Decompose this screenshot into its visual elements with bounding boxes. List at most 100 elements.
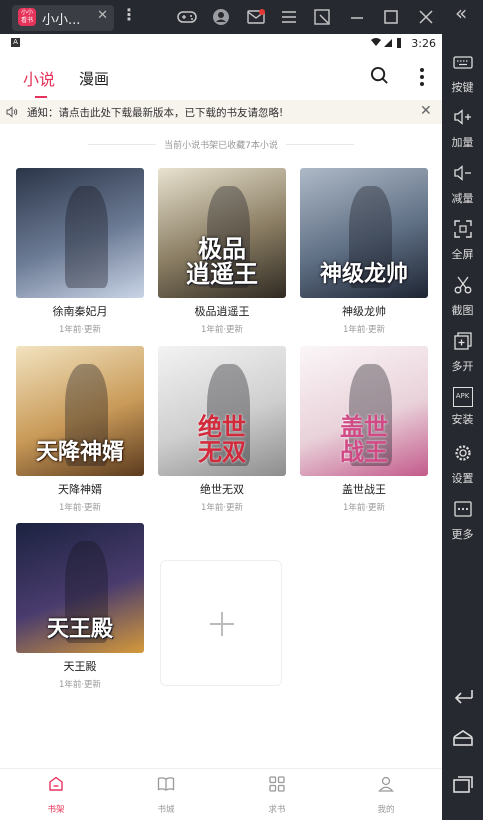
add-book-button[interactable] [160,560,282,686]
apk-icon: APK [452,387,473,407]
sidebar-fullscreen[interactable]: 全屏 [442,219,483,262]
phone-screen: A 3:26 小说 漫画 通知：请点击此处下载最新版本，已下载的书友请忽略! ✕… [0,34,442,820]
close-window-icon[interactable] [418,9,434,25]
sidebar-keys[interactable]: 按键 [442,52,483,95]
book-icon [157,777,175,791]
home-icon[interactable] [452,728,474,748]
book-update-time: 1年前·更新 [342,325,386,335]
multi-open-icon [453,332,472,350]
sidebar-volume-down[interactable]: 减量 [442,163,483,206]
book-cover[interactable]: 天降神婿 [16,346,144,476]
minimize-icon[interactable] [349,9,365,25]
shelf-count-text: 当前小说书架已收藏7本小说 [164,141,278,151]
status-bar: A 3:26 [0,34,442,52]
book-update-time: 1年前·更新 [200,503,244,513]
sidebar-label: 设置 [451,472,474,485]
book-title: 天王殿 [63,660,97,673]
book-card[interactable]: 神级龙帅 神级龙帅 1年前·更新 [300,168,428,335]
sidebar-settings[interactable]: 设置 [442,443,483,486]
scissors-icon [454,276,471,294]
book-title: 天降神婿 [58,483,102,496]
book-update-time: 1年前·更新 [58,325,102,335]
nav-label: 书城 [157,805,175,815]
nav-mine[interactable]: 我的 [356,775,416,815]
nav-bookshelf[interactable]: 书架 [26,775,86,815]
sidebar-label: 全屏 [451,248,474,261]
recent-apps-icon[interactable] [452,774,474,794]
book-card[interactable]: 盖世 战王 盖世战王 1年前·更新 [300,346,428,513]
sidebar-label: 安装 [451,413,474,426]
keyboard-icon [452,56,473,69]
sidebar-label: 减量 [451,192,474,205]
collapse-sidebar-icon[interactable]: « [455,3,467,23]
emulator-title-bar: 小小 看书 小小... ✕ ⋮ « [0,0,483,34]
notification-dot [259,9,265,15]
cover-title: 天王殿 [46,615,113,642]
more-vertical-icon[interactable] [414,66,430,88]
tab-comic[interactable]: 漫画 [79,68,109,89]
book-update-time: 1年前·更新 [200,325,244,335]
book-card[interactable]: 绝世 无双 绝世无双 1年前·更新 [158,346,286,513]
close-icon[interactable]: ✕ [420,103,432,119]
nav-label: 书架 [47,805,65,815]
book-update-time: 1年前·更新 [58,680,102,690]
sidebar-label: 更多 [451,528,474,541]
signal-battery-icon [371,38,401,48]
sidebar-label: 截图 [451,304,474,317]
notice-bar[interactable]: 通知：请点击此处下载最新版本，已下载的书友请忽略! ✕ [0,100,442,124]
sidebar-label: 多开 [451,360,474,373]
book-title: 极品逍遥王 [194,305,250,318]
close-tab-icon[interactable]: ✕ [97,8,108,23]
sidebar-more[interactable]: 更多 [442,499,483,542]
back-icon[interactable] [452,684,474,704]
book-cover[interactable]: 绝世 无双 [158,346,286,476]
hamburger-icon[interactable] [281,10,297,24]
plus-icon [221,612,223,636]
book-card[interactable]: 极品 逍遥王极品逍遥王 1年前·更新 [158,168,286,335]
cover-title: 盖世 战王 [340,411,388,466]
book-cover[interactable]: 天王殿 [16,523,144,653]
menu-dots-icon[interactable]: ⋮ [121,6,137,24]
cover-title: 绝世 无双 [198,411,246,466]
maximize-icon[interactable] [383,9,399,25]
emulator-sidebar: 按键 加量 减量 全屏 截图 多开 APK 安装 设置 更多 [442,34,483,820]
volume-up-icon [453,109,471,125]
app-logo: 小小 看书 [18,8,36,26]
book-title: 盖世战王 [342,483,386,496]
search-icon[interactable] [370,66,389,85]
account-icon[interactable] [212,8,230,26]
nav-bookstore[interactable]: 书城 [136,775,196,815]
notice-text[interactable]: 通知：请点击此处下载最新版本，已下载的书友请忽略! [27,105,283,120]
sidebar-label: 加量 [451,136,474,149]
fullscreen-icon [453,220,472,238]
sidebar-volume-up[interactable]: 加量 [442,107,483,150]
app-tab-title: 小小... [42,13,81,28]
cover-title: 极品 逍遥王 [186,233,258,288]
sidebar-multi-open[interactable]: 多开 [442,331,483,374]
cover-title: 天降神婿 [35,438,124,465]
sidebar-screenshot[interactable]: 截图 [442,275,483,318]
book-card[interactable]: 徐南秦妃月 1年前·更新 [16,168,144,335]
book-card[interactable]: 天降神婿 天降神婿 1年前·更新 [16,346,144,513]
grid-icon [269,776,285,792]
tab-novel[interactable]: 小说 [23,66,55,90]
status-time: 3:26 [411,37,436,50]
book-cover[interactable]: 神级龙帅 [300,168,428,298]
active-tab-indicator [35,96,47,98]
book-card[interactable]: 天王殿 天王殿 1年前·更新 [16,523,144,690]
sidebar-install[interactable]: APK 安装 [442,387,483,427]
book-update-time: 1年前·更新 [58,503,102,513]
book-cover[interactable]: 盖世 战王 [300,346,428,476]
cover-figure [64,186,109,288]
restore-screen-icon[interactable] [314,9,330,25]
app-tab[interactable]: 小小 看书 小小... ✕ [12,5,114,31]
book-cover[interactable] [16,168,144,298]
volume-down-icon [453,165,471,181]
sidebar-label: 按键 [451,81,474,94]
gamepad-icon[interactable] [177,9,197,25]
book-cover[interactable]: 极品 逍遥王 [158,168,286,298]
gear-icon [454,445,471,461]
top-nav: 小说 漫画 [0,52,442,100]
user-icon [378,776,394,792]
nav-request[interactable]: 求书 [247,775,307,815]
